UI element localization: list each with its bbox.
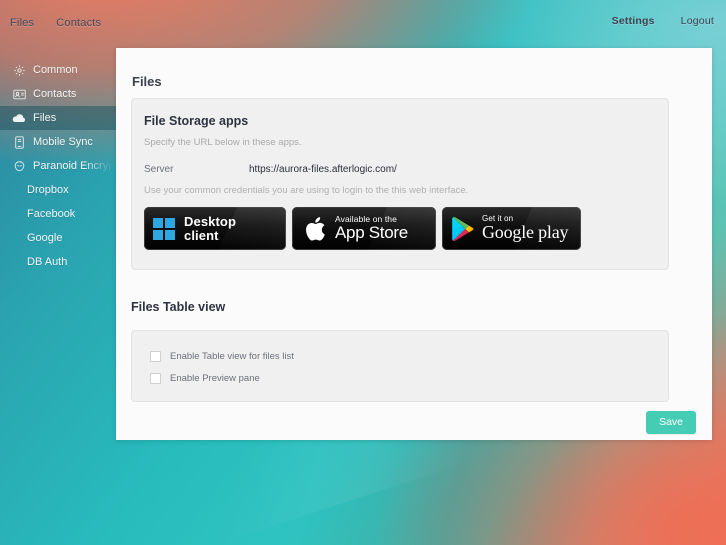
enable-table-view-checkbox-row[interactable]: Enable Table view for files list xyxy=(150,351,294,362)
sidebar-item-label: Files xyxy=(33,112,57,124)
sidebar-item-dropbox[interactable]: Dropbox xyxy=(0,178,116,202)
credentials-note: Use your common credentials you are usin… xyxy=(144,185,469,196)
sidebar-item-mobile-sync[interactable]: Mobile Sync xyxy=(0,130,116,154)
topnav-files[interactable]: Files xyxy=(10,17,34,29)
badge-line-2: App Store xyxy=(335,223,408,243)
logout-link[interactable]: Logout xyxy=(681,15,714,27)
alien-icon xyxy=(12,159,26,173)
file-storage-apps-subtitle: Specify the URL below in these apps. xyxy=(144,137,302,148)
sidebar-item-common[interactable]: Common xyxy=(0,58,116,82)
sidebar-item-label: Common xyxy=(33,64,78,76)
app-root: Files Contacts Settings Logout Common Co… xyxy=(0,0,726,545)
server-label: Server xyxy=(144,164,174,175)
files-table-view-card: Enable Table view for files list Enable … xyxy=(131,330,669,402)
google-play-badge[interactable]: Get it on Google play xyxy=(442,207,581,250)
cloud-icon xyxy=(12,111,26,125)
sidebar-item-label: Google xyxy=(27,232,63,244)
sidebar-item-label: DB Auth xyxy=(27,256,68,268)
topnav-contacts[interactable]: Contacts xyxy=(56,17,101,29)
desktop-client-badge-text: Desktop client xyxy=(184,215,236,242)
contact-card-icon xyxy=(12,87,26,101)
mobile-device-icon xyxy=(12,135,26,149)
top-bar: Files Contacts Settings Logout xyxy=(0,0,726,48)
sidebar-item-facebook[interactable]: Facebook xyxy=(0,202,116,226)
file-storage-apps-heading: File Storage apps xyxy=(144,114,249,128)
files-table-view-heading: Files Table view xyxy=(131,300,226,314)
sidebar-item-label: Dropbox xyxy=(27,184,69,196)
sidebar-item-contacts[interactable]: Contacts xyxy=(0,82,116,106)
enable-preview-pane-checkbox-row[interactable]: Enable Preview pane xyxy=(150,373,260,384)
sidebar-item-db-auth[interactable]: DB Auth xyxy=(0,250,116,274)
enable-table-view-checkbox[interactable] xyxy=(150,351,161,362)
desktop-client-badge[interactable]: Desktop client xyxy=(144,207,286,250)
content-panel: Files File Storage apps Specify the URL … xyxy=(116,48,712,440)
sidebar-item-label: Paranoid Encryption xyxy=(33,160,111,172)
badge-line-2: client xyxy=(184,227,219,243)
save-button[interactable]: Save xyxy=(646,411,696,434)
app-store-badge-text: Available on the App Store xyxy=(335,215,408,242)
sidebar-item-google[interactable]: Google xyxy=(0,226,116,250)
sidebar-item-paranoid-encryption[interactable]: Paranoid Encryption xyxy=(0,154,116,178)
top-nav-right: Settings Logout xyxy=(612,15,714,27)
page-title: Files xyxy=(132,74,162,89)
settings-link[interactable]: Settings xyxy=(612,15,655,27)
file-storage-apps-card: File Storage apps Specify the URL below … xyxy=(131,98,669,270)
checkbox-label: Enable Table view for files list xyxy=(170,351,294,362)
sidebar: Common Contacts Files Mobile Sync Parano… xyxy=(0,58,116,488)
windows-logo-icon xyxy=(153,217,175,240)
enable-preview-pane-checkbox[interactable] xyxy=(150,373,161,384)
checkbox-label: Enable Preview pane xyxy=(170,373,260,384)
app-store-badge[interactable]: Available on the App Store xyxy=(292,207,436,250)
badge-line-1: Desktop xyxy=(184,213,236,229)
top-nav-left: Files Contacts xyxy=(10,17,101,29)
sidebar-item-files[interactable]: Files xyxy=(0,106,116,130)
apple-logo-icon xyxy=(304,216,326,242)
badge-line-2: Google play xyxy=(482,222,569,243)
sidebar-item-label: Mobile Sync xyxy=(33,136,93,148)
sidebar-item-label: Contacts xyxy=(33,88,77,100)
gear-icon xyxy=(12,63,26,77)
sidebar-item-label: Facebook xyxy=(27,208,76,220)
google-play-badge-text: Get it on Google play xyxy=(482,214,569,243)
app-badges: Desktop client Available on the App Stor… xyxy=(144,207,581,250)
server-value: https://aurora-files.afterlogic.com/ xyxy=(249,164,397,175)
google-play-triangle-icon xyxy=(451,216,475,242)
